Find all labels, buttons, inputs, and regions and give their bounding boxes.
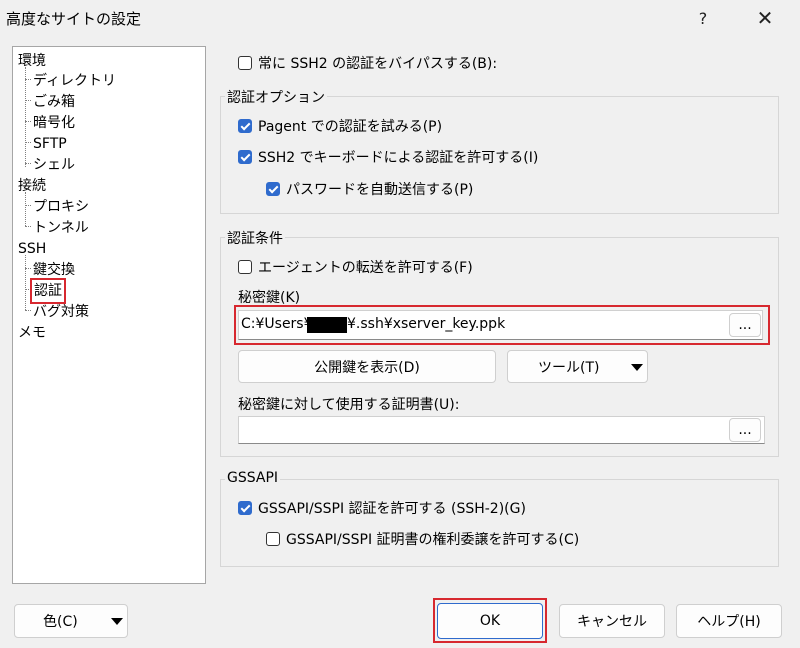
tree-item-bugs[interactable]: バグ対策 (33, 302, 89, 322)
tree-item-ssh[interactable]: SSH (18, 239, 46, 259)
tree-connector (25, 310, 31, 311)
color-label: 色(C) (43, 614, 78, 630)
tree-item-encryption[interactable]: 暗号化 (33, 113, 75, 133)
gssapi-delegation-label: GSSAPI/SSPI 証明書の権利委譲を許可する(C) (286, 532, 580, 548)
tree-item-note[interactable]: メモ (18, 323, 46, 343)
tree-connector (25, 289, 31, 290)
tree-connector (25, 100, 31, 101)
agent-forward-label: エージェントの転送を許可する(F) (258, 260, 473, 276)
tools-dropdown-button[interactable]: ツール(T) (507, 350, 648, 383)
private-key-label: 秘密鍵(K) (238, 290, 301, 306)
tree-item-authentication[interactable]: 認証 (30, 278, 66, 304)
tree-item-shell[interactable]: シェル (33, 155, 75, 175)
window-title: 高度なサイトの設定 (6, 10, 142, 28)
cancel-button[interactable]: キャンセル (559, 604, 665, 638)
auth-conditions-title: 認証条件 (225, 228, 285, 248)
tree-connector (25, 121, 31, 122)
tree-connector (25, 255, 26, 310)
cert-label: 秘密鍵に対して使用する証明書(U): (238, 397, 460, 413)
tree-item-recycle-bin[interactable]: ごみ箱 (33, 92, 75, 112)
tree-item-tunnel[interactable]: トンネル (33, 218, 89, 238)
gssapi-allow-checkbox[interactable] (238, 501, 252, 515)
bypass-checkbox[interactable] (238, 56, 252, 70)
highlight-box (234, 305, 770, 345)
bypass-label: 常に SSH2 の認証をバイパスする(B): (258, 56, 498, 72)
tree-connector (25, 163, 31, 164)
auto-password-label: パスワードを自動送信する(P) (286, 182, 474, 198)
pagent-label: Pagent での認証を試みる(P) (258, 119, 443, 135)
tree-item-environment[interactable]: 環境 (18, 51, 46, 71)
chevron-down-icon (631, 364, 643, 371)
tree-item-directory[interactable]: ディレクトリ (33, 71, 116, 91)
cert-input[interactable] (238, 416, 765, 444)
tree-connector (25, 192, 26, 226)
auto-password-checkbox[interactable] (266, 182, 280, 196)
cert-browse-button[interactable]: ... (729, 418, 761, 442)
help-icon[interactable]: ? (680, 0, 726, 36)
pagent-checkbox[interactable] (238, 119, 252, 133)
tree-connector (25, 268, 31, 269)
keyboard-auth-checkbox[interactable] (238, 150, 252, 164)
chevron-down-icon (111, 618, 123, 625)
agent-forward-checkbox[interactable] (238, 260, 252, 274)
keyboard-auth-label: SSH2 でキーボードによる認証を許可する(I) (258, 150, 539, 166)
gssapi-title: GSSAPI (225, 470, 281, 486)
gssapi-delegation-checkbox[interactable] (266, 532, 280, 546)
help-button[interactable]: ヘルプ(H) (676, 604, 782, 638)
gssapi-allow-label: GSSAPI/SSPI 認証を許可する (SSH-2)(G) (258, 501, 526, 517)
tree-connector (25, 226, 31, 227)
tree-item-sftp[interactable]: SFTP (33, 134, 67, 154)
tree-item-proxy[interactable]: プロキシ (33, 197, 89, 217)
gssapi-group (220, 479, 779, 567)
color-dropdown-button[interactable]: 色(C) (14, 604, 128, 638)
settings-tree[interactable]: 環境 ディレクトリ ごみ箱 暗号化 SFTP シェル 接続 プロキシ トンネル … (12, 46, 206, 584)
close-icon[interactable]: ✕ (742, 0, 788, 36)
show-public-key-button[interactable]: 公開鍵を表示(D) (238, 350, 496, 383)
auth-options-title: 認証オプション (225, 87, 327, 107)
tree-connector (25, 142, 31, 143)
tree-connector (25, 205, 31, 206)
tools-label: ツール(T) (538, 359, 600, 376)
highlight-box (433, 598, 547, 643)
tree-connector (25, 79, 31, 80)
tree-item-connection[interactable]: 接続 (18, 176, 46, 196)
tree-item-key-exchange[interactable]: 鍵交換 (33, 260, 75, 280)
tree-connector (25, 67, 26, 167)
